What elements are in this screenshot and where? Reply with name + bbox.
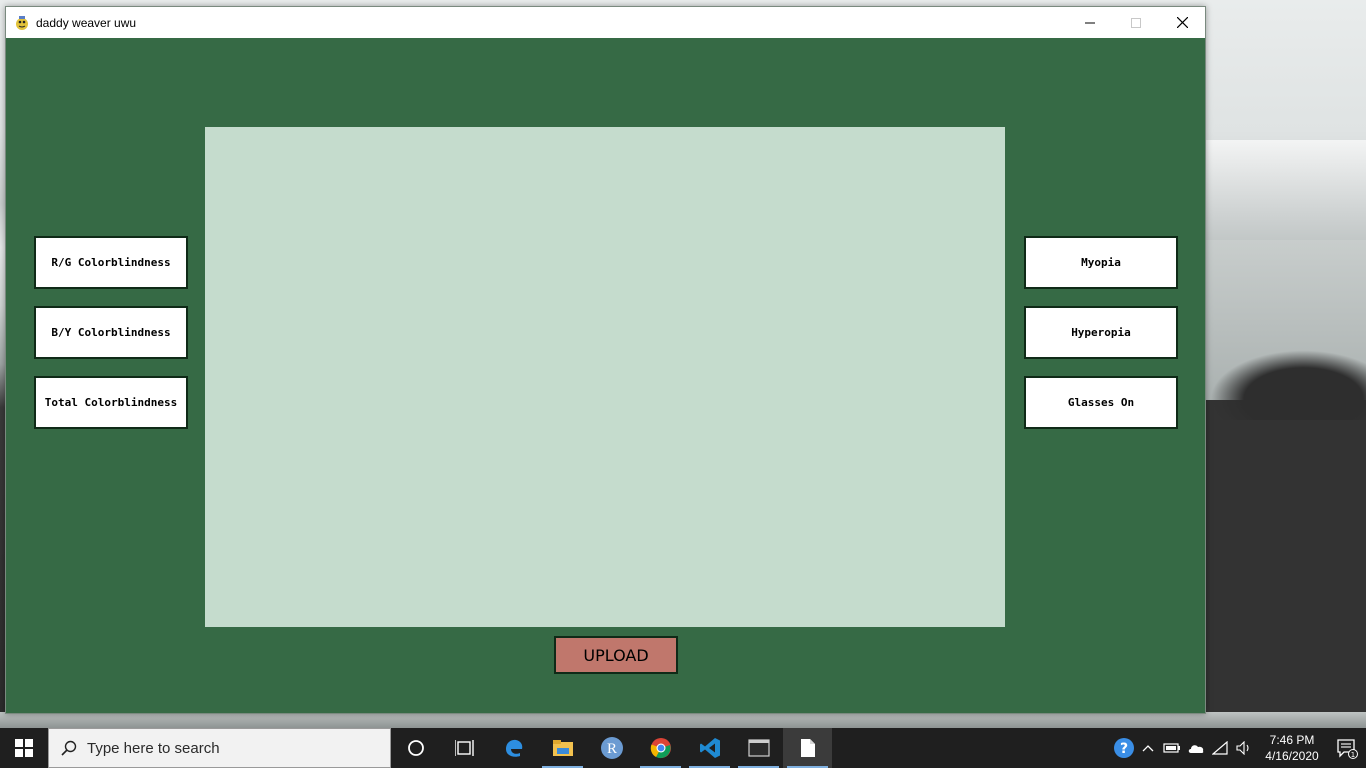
close-button[interactable]: [1159, 7, 1205, 38]
r-button[interactable]: R: [587, 728, 636, 768]
wallpaper-tree: [1210, 350, 1366, 420]
file-explorer-button[interactable]: [538, 728, 587, 768]
taskbar: Type here to search R ? 7:46 PM 4/16/202…: [0, 728, 1366, 768]
terminal-button[interactable]: [734, 728, 783, 768]
search-icon: [61, 740, 77, 756]
total-colorblindness-button[interactable]: Total Colorblindness: [34, 376, 188, 429]
edge-button[interactable]: [489, 728, 538, 768]
by-colorblindness-button[interactable]: B/Y Colorblindness: [34, 306, 188, 359]
start-button[interactable]: [0, 728, 48, 768]
file-explorer-icon: [552, 740, 573, 756]
r-icon: R: [600, 737, 623, 759]
help-icon: ?: [1114, 738, 1134, 758]
minimize-icon: [1085, 22, 1095, 23]
glasses-on-button[interactable]: Glasses On: [1024, 376, 1178, 429]
volume-button[interactable]: [1232, 728, 1256, 768]
title-bar[interactable]: daddy weaver uwu: [6, 7, 1205, 38]
vscode-button[interactable]: [685, 728, 734, 768]
battery-icon: [1163, 743, 1180, 753]
chevron-up-icon: [1142, 745, 1154, 752]
battery-button[interactable]: [1160, 728, 1184, 768]
svg-text:R: R: [606, 741, 616, 757]
show-hidden-icons-button[interactable]: [1136, 728, 1160, 768]
task-view-icon: [454, 740, 474, 756]
task-view-button[interactable]: [440, 728, 489, 768]
speaker-icon: [1236, 741, 1249, 755]
help-button[interactable]: ?: [1112, 728, 1136, 768]
vscode-icon: [699, 738, 720, 758]
wallpaper-strip: [0, 712, 1366, 728]
window-controls: [1067, 7, 1205, 38]
notification-count: 1: [1351, 751, 1355, 759]
network-button[interactable]: [1208, 728, 1232, 768]
window-title: daddy weaver uwu: [36, 15, 137, 30]
chrome-icon: [650, 738, 671, 759]
taskbar-clock[interactable]: 7:46 PM 4/16/2020: [1256, 732, 1328, 764]
myopia-button[interactable]: Myopia: [1024, 236, 1178, 289]
taskbar-search[interactable]: Type here to search: [48, 728, 391, 768]
windows-icon: [15, 739, 33, 757]
document-button[interactable]: [783, 728, 832, 768]
edge-icon: [505, 739, 522, 757]
wifi-icon: [1212, 741, 1228, 755]
maximize-button[interactable]: [1113, 7, 1159, 38]
terminal-icon: [747, 739, 770, 757]
clock-time: 7:46 PM: [1269, 733, 1315, 747]
svg-text:?: ?: [1120, 741, 1128, 757]
onedrive-button[interactable]: [1184, 728, 1208, 768]
search-placeholder: Type here to search: [87, 739, 220, 757]
upload-button[interactable]: UPLOAD: [554, 636, 678, 674]
action-center-button[interactable]: 1: [1328, 728, 1366, 768]
close-icon: [1176, 17, 1188, 28]
chrome-button[interactable]: [636, 728, 685, 768]
minimize-button[interactable]: [1067, 7, 1113, 38]
document-icon: [800, 739, 815, 757]
hyperopia-button[interactable]: Hyperopia: [1024, 306, 1178, 359]
system-tray: ? 7:46 PM 4/16/2020 1: [1112, 728, 1366, 768]
cortana-button[interactable]: [391, 728, 440, 768]
wallpaper-ground: [1205, 400, 1366, 728]
maximize-icon: [1131, 17, 1141, 28]
rg-colorblindness-button[interactable]: R/G Colorblindness: [34, 236, 188, 289]
clock-date: 4/16/2020: [1265, 749, 1319, 763]
image-canvas: [205, 127, 1005, 627]
pygame-snake-icon: [14, 15, 30, 31]
cortana-icon: [407, 740, 424, 756]
notification-icon: 1: [1337, 739, 1358, 759]
cloud-icon: [1188, 745, 1204, 753]
app-window: daddy weaver uwu R/G Colorblindness B/Y …: [5, 6, 1206, 714]
